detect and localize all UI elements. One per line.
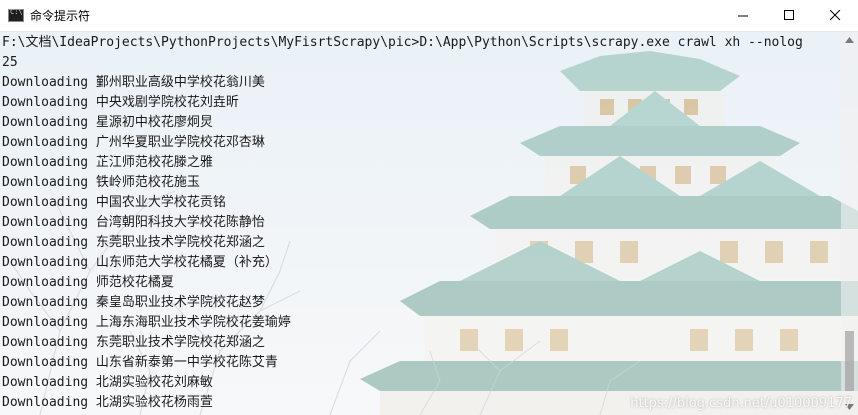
- watermark-text: https://blog.csdn.net/u010009177: [630, 396, 852, 411]
- maximize-button[interactable]: [766, 0, 812, 31]
- window-title: 命令提示符: [30, 9, 91, 23]
- title-bar[interactable]: 命令提示符: [0, 0, 858, 32]
- output-line: Downloading 星源初中校花廖炯炅: [2, 115, 213, 130]
- output-line: Downloading 中央戏剧学院校花刘垚昕: [2, 95, 239, 110]
- output-line: Downloading 铁岭师范校花施玉: [2, 175, 200, 190]
- command-line: F:\文档\IdeaProjects\PythonProjects\MyFisr…: [2, 35, 803, 50]
- output-line: Downloading 秦皇岛职业技术学院校花赵梦: [2, 295, 265, 310]
- output-line: Downloading 山东师范大学校花橘夏（补充）: [2, 255, 278, 270]
- close-button[interactable]: [812, 0, 858, 31]
- output-line: Downloading 鄞州职业高级中学校花翁川美: [2, 75, 265, 90]
- cmd-app-icon: [8, 8, 24, 22]
- command-prompt-window: 命令提示符: [0, 0, 858, 415]
- minimize-icon: [737, 15, 748, 17]
- minimize-button[interactable]: [720, 0, 766, 31]
- maximize-icon: [783, 10, 794, 20]
- output-line: Downloading 北湖实验校花刘麻敏: [2, 375, 213, 390]
- window-controls: [720, 0, 858, 31]
- terminal-output[interactable]: F:\文档\IdeaProjects\PythonProjects\MyFisr…: [0, 31, 840, 415]
- output-line: Downloading 师范校花橘夏: [2, 275, 174, 290]
- close-icon: [829, 10, 840, 21]
- output-line: Downloading 山东省新泰第一中学校花陈艾青: [2, 355, 278, 370]
- output-line: Downloading 中国农业大学校花贡铭: [2, 195, 226, 210]
- vertical-scrollbar[interactable]: [841, 31, 858, 415]
- output-line: 25: [2, 55, 18, 70]
- output-line: Downloading 芷江师范校花滕之雅: [2, 155, 213, 170]
- output-line: Downloading 台湾朝阳科技大学校花陈静怡: [2, 215, 265, 230]
- output-line: Downloading 广州华夏职业学院校花邓杏琳: [2, 135, 265, 150]
- output-line: Downloading 东莞职业技术学院校花郑涵之: [2, 335, 265, 350]
- scroll-thumb[interactable]: [845, 331, 854, 391]
- output-line: Downloading 东莞职业技术学院校花郑涵之: [2, 235, 265, 250]
- output-line: Downloading 上海东海职业技术学院校花姜瑜婷: [2, 315, 291, 330]
- scroll-up-arrow-icon[interactable]: [841, 31, 858, 48]
